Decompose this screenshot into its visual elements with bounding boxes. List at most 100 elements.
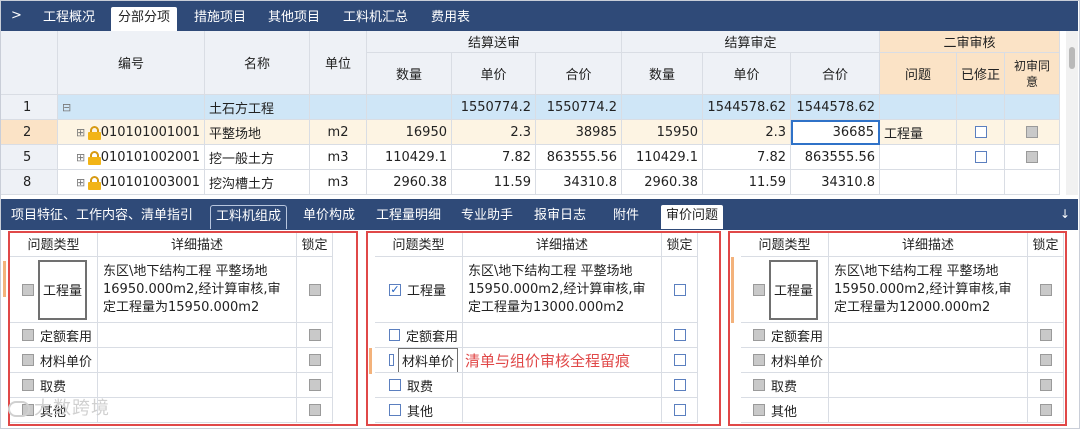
tab-labor-materials[interactable]: 工料机组成 — [210, 205, 288, 229]
table-cell-issue[interactable]: 工程量 — [880, 120, 957, 145]
lock-icon — [88, 150, 102, 165]
table-cell-issue[interactable] — [880, 170, 957, 195]
column-header-first-agree[interactable]: 初审同意 — [1005, 53, 1060, 95]
expand-node-icon[interactable]: ⊞ — [76, 126, 85, 139]
tab-item-features[interactable]: 项目特征、工作内容、清单指引 — [6, 205, 198, 229]
table-cell-submitted-total[interactable]: 38985 — [536, 120, 622, 145]
table-cell-issue[interactable] — [880, 145, 957, 170]
column-header-name[interactable]: 名称 — [205, 31, 310, 95]
group-header-second-review: 二审审核 — [880, 31, 1060, 53]
table-cell-submitted-total[interactable]: 863555.56 — [536, 145, 622, 170]
tab-professional-assistant[interactable]: 专业助手 — [456, 205, 518, 229]
collapse-arrow-icon[interactable]: > — [11, 8, 22, 23]
watermark-text: 大数跨境 — [34, 398, 110, 419]
tab-materials-summary[interactable]: 工料机汇总 — [336, 7, 415, 31]
tab-attachments[interactable]: 附件 — [608, 205, 644, 229]
column-header-submitted-qty[interactable]: 数量 — [367, 53, 452, 95]
table-cell-issue[interactable] — [880, 95, 957, 120]
column-header-code[interactable]: 编号 — [58, 31, 205, 95]
scrollbar-thumb[interactable] — [1069, 47, 1075, 69]
table-cell-approved-qty[interactable]: 2960.38 — [622, 170, 703, 195]
column-header-submitted-total[interactable]: 合价 — [536, 53, 622, 95]
column-header-unit[interactable]: 单位 — [310, 31, 367, 95]
table-cell-unit[interactable]: m2 — [310, 120, 367, 145]
tab-project-overview[interactable]: 工程概况 — [36, 7, 102, 31]
table-cell-first-agree[interactable] — [1005, 145, 1060, 170]
first-agree-checkbox[interactable] — [1026, 126, 1038, 138]
table-cell-unit[interactable]: m3 — [310, 170, 367, 195]
table-cell-submitted-total[interactable]: 1550774.2 — [536, 95, 622, 120]
highlight-box-panel-2 — [366, 231, 721, 426]
table-cell-approved-total-editing[interactable]: 36685 — [791, 120, 880, 145]
table-cell-approved-price[interactable]: 1544578.62 — [703, 95, 791, 120]
tab-review-log[interactable]: 报审日志 — [529, 205, 591, 229]
table-cell-submitted-price[interactable]: 11.59 — [452, 170, 536, 195]
table-cell-name[interactable]: 平整场地 — [205, 120, 310, 145]
table-cell-approved-qty[interactable]: 110429.1 — [622, 145, 703, 170]
table-cell-first-agree[interactable] — [1005, 120, 1060, 145]
selected-row-marker — [3, 261, 6, 297]
column-header-fixed[interactable]: 已修正 — [957, 53, 1005, 95]
table-cell-submitted-qty[interactable]: 110429.1 — [367, 145, 452, 170]
collapse-node-icon[interactable]: ⊟ — [62, 101, 71, 114]
row-number[interactable]: 8 — [1, 170, 58, 195]
table-cell-submitted-qty[interactable] — [367, 95, 452, 120]
table-cell-code[interactable]: ⊞ 010101003001 — [58, 170, 205, 195]
tab-quantity-details[interactable]: 工程量明细 — [371, 205, 446, 229]
column-header-submitted-price[interactable]: 单价 — [452, 53, 536, 95]
table-cell-fixed[interactable] — [957, 95, 1005, 120]
tab-measures[interactable]: 措施项目 — [187, 7, 253, 31]
expand-node-icon[interactable]: ⊞ — [76, 151, 85, 164]
table-cell-fixed[interactable] — [957, 170, 1005, 195]
table-cell-submitted-qty[interactable]: 16950 — [367, 120, 452, 145]
table-cell-name[interactable]: 挖沟槽土方 — [205, 170, 310, 195]
table-cell-code[interactable]: ⊞ 010101001001 — [58, 120, 205, 145]
table-cell-submitted-total[interactable]: 34310.8 — [536, 170, 622, 195]
first-agree-checkbox[interactable] — [1026, 151, 1038, 163]
item-code: 010101001001 — [100, 124, 200, 140]
tab-sub-items[interactable]: 分部分项 — [111, 7, 178, 31]
table-cell-code[interactable]: ⊞ 010101002001 — [58, 145, 205, 170]
fixed-checkbox[interactable] — [974, 151, 987, 163]
down-arrow-icon[interactable]: ↓ — [1060, 207, 1070, 221]
table-cell-submitted-price[interactable]: 2.3 — [452, 120, 536, 145]
column-header-approved-price[interactable]: 单价 — [703, 53, 791, 95]
column-header-approved-total[interactable]: 合价 — [791, 53, 880, 95]
table-cell-submitted-price[interactable]: 7.82 — [452, 145, 536, 170]
table-cell-approved-total[interactable]: 1544578.62 — [791, 95, 880, 120]
table-cell-first-agree[interactable] — [1005, 95, 1060, 120]
fixed-checkbox[interactable] — [974, 126, 987, 138]
table-cell-submitted-qty[interactable]: 2960.38 — [367, 170, 452, 195]
detail-tab-bar: 项目特征、工作内容、清单指引 工料机组成 单价构成 工程量明细 专业助手 报审日… — [1, 199, 1078, 230]
column-header-approved-qty[interactable]: 数量 — [622, 53, 703, 95]
tab-cost-table[interactable]: 费用表 — [424, 7, 477, 31]
table-cell-fixed[interactable] — [957, 120, 1005, 145]
watermark: 大数跨境 — [8, 394, 110, 420]
table-cell-name[interactable]: 挖一般土方 — [205, 145, 310, 170]
expand-node-icon[interactable]: ⊞ — [76, 176, 85, 189]
table-cell-approved-price[interactable]: 2.3 — [703, 120, 791, 145]
lock-icon — [88, 125, 102, 140]
table-cell-approved-qty[interactable] — [622, 95, 703, 120]
grid-scrollbar[interactable] — [1066, 31, 1078, 195]
table-cell-unit[interactable] — [310, 95, 367, 120]
tab-audit-issues[interactable]: 审价问题 — [661, 205, 724, 229]
table-cell-approved-qty[interactable]: 15950 — [622, 120, 703, 145]
table-cell-name[interactable]: 土石方工程 — [205, 95, 310, 120]
row-number[interactable]: 5 — [1, 145, 58, 170]
table-cell-fixed[interactable] — [957, 145, 1005, 170]
table-cell-unit[interactable]: m3 — [310, 145, 367, 170]
table-cell-submitted-price[interactable]: 1550774.2 — [452, 95, 536, 120]
row-number[interactable]: 1 — [1, 95, 58, 120]
table-cell-approved-total[interactable]: 863555.56 — [791, 145, 880, 170]
column-header-issue[interactable]: 问题 — [880, 53, 957, 95]
table-cell-first-agree[interactable] — [1005, 170, 1060, 195]
table-cell-approved-price[interactable]: 11.59 — [703, 170, 791, 195]
annotation-text: 清单与组价审核全程留痕 — [465, 352, 631, 370]
tab-unit-price-composition[interactable]: 单价构成 — [298, 205, 360, 229]
table-cell-approved-total[interactable]: 34310.8 — [791, 170, 880, 195]
table-cell-approved-price[interactable]: 7.82 — [703, 145, 791, 170]
tab-other-items[interactable]: 其他项目 — [261, 7, 327, 31]
table-cell-code[interactable]: ⊟ — [58, 95, 205, 120]
row-number[interactable]: 2 — [1, 120, 58, 145]
